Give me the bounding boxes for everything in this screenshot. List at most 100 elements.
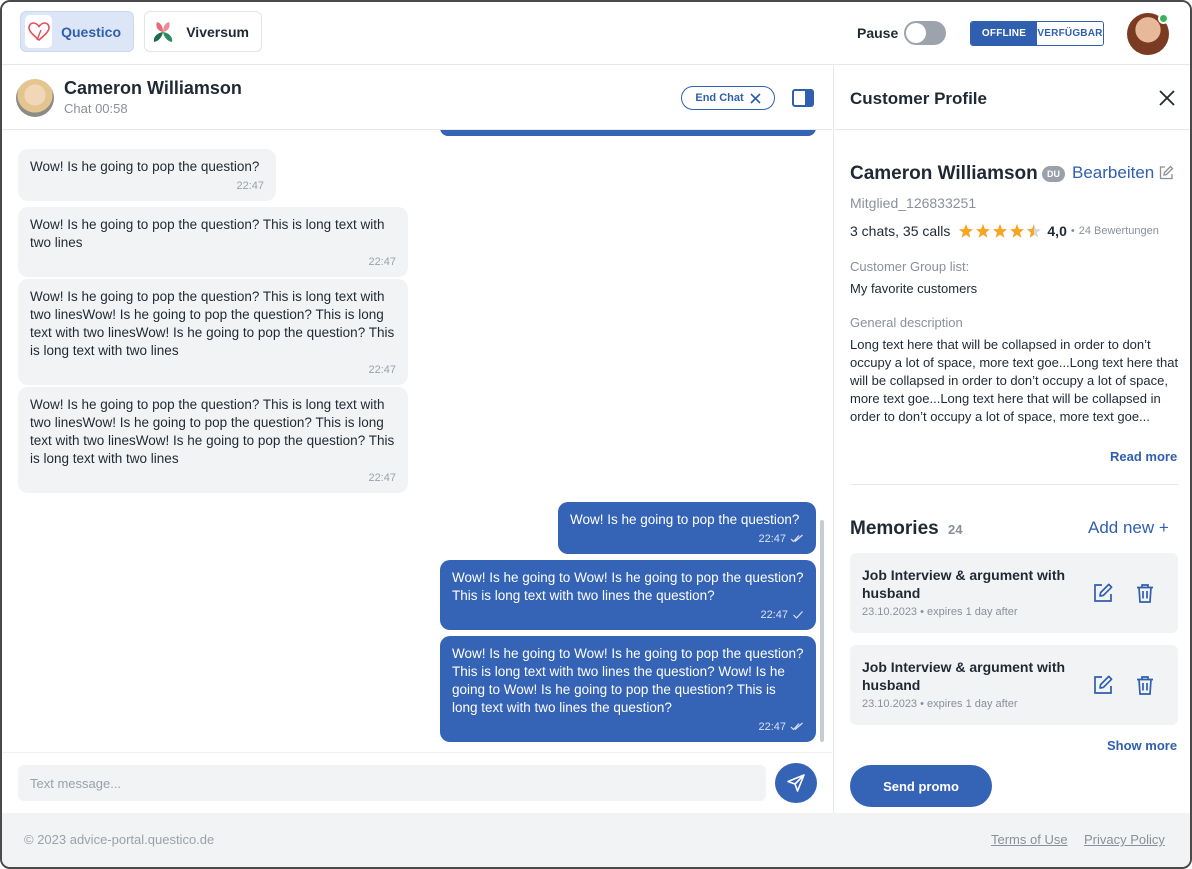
memory-card: Job Interview & argument with husband 23… [850, 645, 1178, 725]
memory-expiry: expires 1 day after [927, 606, 1018, 618]
message-bubble-outgoing: Wow! Is he going to Wow! Is he going to … [440, 560, 816, 630]
double-check-icon [790, 534, 803, 543]
status-offline-option[interactable]: OFFLINE [971, 22, 1037, 45]
chat-customer-name: Cameron Williamson [64, 78, 242, 98]
message-meta: 22:47 [570, 533, 804, 546]
message-input[interactable] [18, 765, 766, 801]
viversum-logo-icon [149, 15, 178, 48]
message-bubble-outgoing: Wow! Is he going to Wow! Is he going to … [440, 636, 816, 742]
edit-icon [1160, 165, 1174, 180]
message-time: 22:47 [758, 721, 786, 733]
end-chat-label: End Chat [695, 92, 744, 104]
brand-tab-questico[interactable]: Questico [20, 11, 134, 52]
close-icon[interactable] [1158, 89, 1176, 107]
star-icon [1010, 224, 1025, 238]
message-bubble-outgoing [440, 130, 816, 136]
message-bubble-outgoing: Wow! Is he going to pop the question? 22… [558, 502, 816, 554]
star-icon [993, 224, 1008, 238]
chat-header: Cameron Williamson Chat 00:58 End Chat [2, 66, 832, 130]
description-label: General description [850, 315, 963, 330]
show-more-link[interactable]: Show more [1107, 738, 1177, 753]
close-icon [750, 92, 761, 104]
message-time: 22:47 [368, 472, 396, 484]
app-window: Questico Viversum Pause OFFLINE VERFÜGBA… [0, 0, 1192, 869]
du-badge: DU [1042, 166, 1065, 182]
edit-icon[interactable] [1092, 582, 1114, 604]
memories-title: Memories [850, 518, 939, 539]
edit-label: Bearbeiten [1072, 163, 1155, 182]
brand-label: Viversum [186, 23, 249, 40]
divider [850, 484, 1178, 485]
divider [834, 129, 1190, 130]
availability-switch[interactable]: OFFLINE VERFÜGBAR [970, 21, 1104, 46]
group-value: My favorite customers [850, 281, 978, 296]
pause-toggle[interactable] [904, 21, 946, 45]
message-time: 22:47 [760, 609, 788, 621]
memory-meta: 23.10.2023 • expires 1 day after [862, 606, 1018, 618]
composer [2, 752, 832, 813]
star-icon [976, 224, 991, 238]
end-chat-button[interactable]: End Chat [681, 86, 775, 110]
rating-count: 24 Bewertungen [1078, 225, 1159, 237]
message-text: Wow! Is he going to pop the question? [30, 159, 260, 174]
footer: © 2023 advice-portal.questico.de Terms o… [2, 813, 1190, 867]
sidebar-toggle-icon[interactable] [792, 89, 814, 107]
brand-tab-viversum[interactable]: Viversum [144, 11, 262, 52]
brand-label: Questico [61, 23, 121, 40]
chats-calls-count: 3 chats, 35 calls [850, 223, 951, 239]
edit-profile-link[interactable]: Bearbeiten [1072, 163, 1174, 183]
rating-separator: • [1070, 225, 1075, 237]
chat-timer: Chat 00:58 [64, 101, 128, 116]
customer-profile-panel: Customer Profile Cameron Williamson DU B… [833, 66, 1190, 813]
message-time: 22:47 [758, 533, 786, 545]
double-check-icon [790, 722, 803, 731]
message-list[interactable]: Wow! Is he going to pop the question? 22… [2, 130, 832, 752]
group-label: Customer Group list: [850, 259, 970, 274]
terms-link[interactable]: Terms of Use [991, 832, 1068, 847]
description-text: Long text here that will be collapsed in… [850, 337, 1179, 424]
memory-date: 23.10.2023 [862, 698, 918, 710]
profile-title: Customer Profile [850, 89, 987, 108]
check-icon [793, 611, 803, 619]
edit-icon[interactable] [1092, 674, 1114, 696]
message-text: Wow! Is he going to pop the question? Th… [30, 289, 395, 358]
send-promo-button[interactable]: Send promo [850, 765, 992, 807]
message-text: Wow! Is he going to pop the question? Th… [30, 397, 395, 466]
memory-card: Job Interview & argument with husband 23… [850, 553, 1178, 633]
message-time: 22:47 [368, 256, 396, 268]
rating-value: 4,0 [1047, 223, 1067, 239]
message-bubble-incoming: Wow! Is he going to pop the question? Th… [18, 279, 408, 385]
top-bar: Questico Viversum Pause OFFLINE VERFÜGBA… [2, 2, 1190, 65]
memory-title: Job Interview & argument with husband [862, 659, 1066, 693]
star-icon [959, 224, 974, 238]
message-meta: 22:47 [452, 721, 804, 734]
toggle-knob [906, 23, 926, 43]
trash-icon[interactable] [1134, 582, 1156, 604]
pause-label: Pause [857, 25, 899, 41]
send-button[interactable] [775, 763, 817, 803]
message-bubble-incoming: Wow! Is he going to pop the question? Th… [18, 387, 408, 493]
profile-name: Cameron Williamson [850, 163, 1038, 184]
message-bubble-incoming: Wow! Is he going to pop the question? 22… [18, 149, 276, 201]
memory-separator: • [920, 606, 924, 618]
privacy-link[interactable]: Privacy Policy [1084, 832, 1165, 847]
message-meta: 22:47 [452, 609, 804, 622]
online-status-dot [1158, 13, 1169, 24]
read-more-link[interactable]: Read more [1110, 449, 1177, 464]
message-text: Wow! Is he going to pop the question? [570, 512, 800, 527]
message-time: 22:47 [236, 180, 264, 192]
message-scrollbar[interactable] [820, 520, 824, 742]
message-text: Wow! Is he going to pop the question? Th… [30, 217, 385, 250]
rating-stars [958, 223, 1043, 239]
status-available-option[interactable]: VERFÜGBAR [1037, 22, 1103, 45]
send-icon [787, 774, 805, 792]
trash-icon[interactable] [1134, 674, 1156, 696]
memory-date: 23.10.2023 [862, 606, 918, 618]
half-star-icon [1027, 224, 1042, 238]
customer-stats: 3 chats, 35 calls 4,0 • 24 Bewertungen [850, 223, 1159, 239]
add-memory-link[interactable]: Add new + [1088, 518, 1169, 538]
memory-title: Job Interview & argument with husband [862, 567, 1066, 601]
memory-meta: 23.10.2023 • expires 1 day after [862, 698, 1018, 710]
customer-avatar [16, 79, 54, 117]
member-id: Mitglied_126833251 [850, 195, 977, 211]
